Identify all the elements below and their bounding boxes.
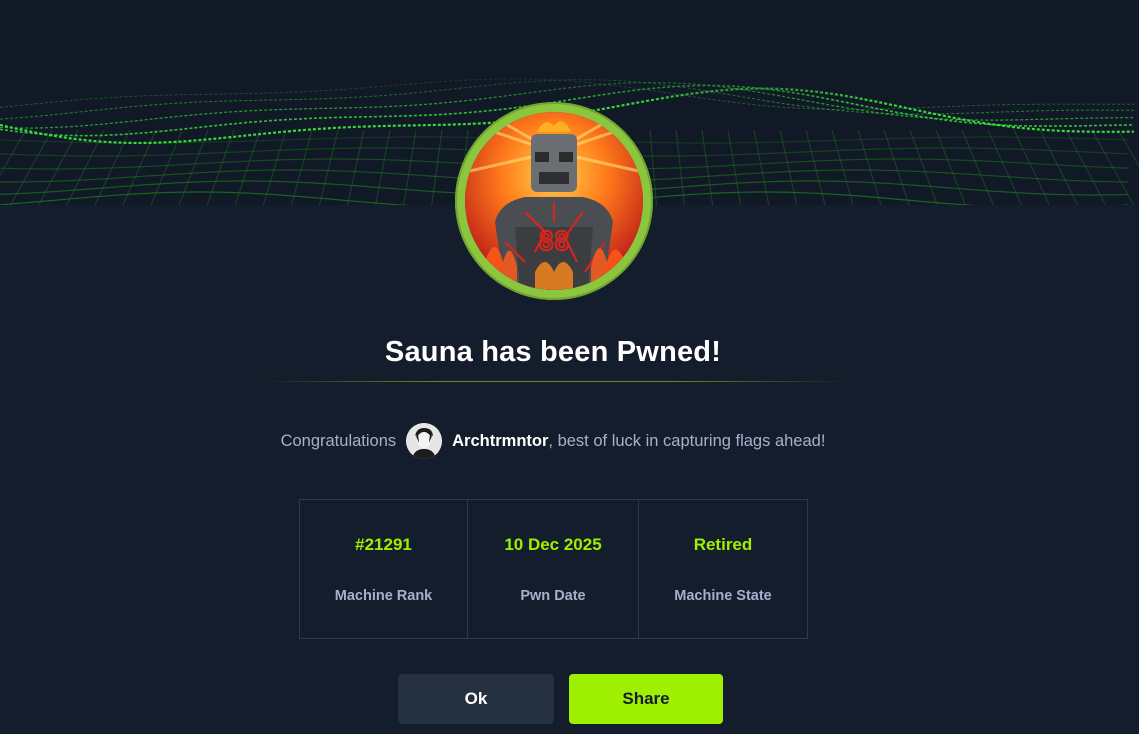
stat-machine-state: Retired Machine State bbox=[639, 500, 807, 638]
stat-label: Pwn Date bbox=[520, 588, 586, 604]
sauna-machine-avatar-icon: 88 bbox=[465, 112, 643, 290]
svg-text:88: 88 bbox=[538, 227, 569, 257]
ok-button[interactable]: Ok bbox=[398, 674, 554, 724]
stats-table: #21291 Machine Rank 10 Dec 2025 Pwn Date… bbox=[299, 499, 808, 639]
stat-value: 10 Dec 2025 bbox=[504, 535, 602, 554]
stat-label: Machine State bbox=[674, 588, 772, 604]
stat-label: Machine Rank bbox=[334, 588, 433, 604]
stat-value: Retired bbox=[693, 535, 753, 554]
stat-value: #21291 bbox=[355, 535, 412, 554]
stat-pwn-date: 10 Dec 2025 Pwn Date bbox=[468, 500, 639, 638]
stat-machine-rank: #21291 Machine Rank bbox=[300, 500, 468, 638]
share-button[interactable]: Share bbox=[569, 674, 723, 724]
congrats-prefix: Congratulations bbox=[280, 431, 397, 450]
page-title: Sauna has been Pwned! bbox=[384, 336, 722, 368]
user-avatar-icon[interactable] bbox=[406, 423, 443, 459]
congratulations-message: Congratulations Archtrmntor , best of lu… bbox=[0, 422, 1106, 460]
title-divider bbox=[262, 381, 847, 382]
username-link[interactable]: Archtrmntor bbox=[452, 432, 548, 451]
pwned-modal: 88 Sauna has been Pwned! Congratulations… bbox=[0, 0, 1139, 734]
congrats-suffix: , best of luck in capturing flags ahead! bbox=[548, 431, 826, 450]
machine-avatar-ring: 88 bbox=[455, 102, 653, 300]
